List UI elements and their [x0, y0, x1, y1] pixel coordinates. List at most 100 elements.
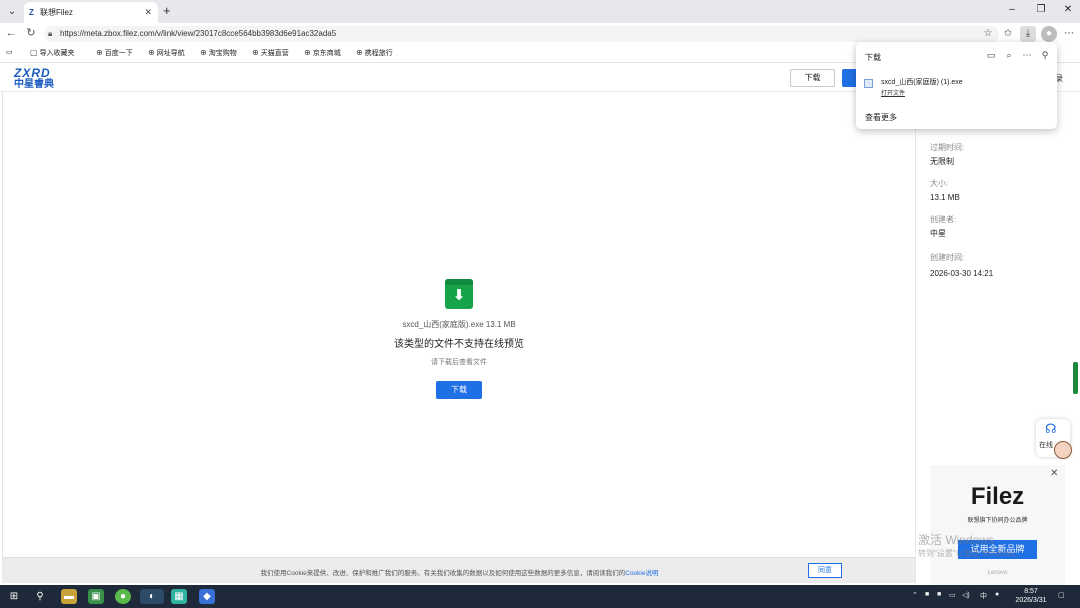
globe-icon: ⊕ [96, 48, 103, 57]
reading-mode-icon[interactable]: ▭ [6, 48, 13, 58]
download-file-name[interactable]: sxcd_山西(家庭版) (1).exe [881, 77, 963, 87]
url-text: https://meta.zbox.filez.com/v/link/view/… [60, 29, 337, 38]
file-download-icon: ⬇ [445, 279, 473, 309]
header-download-button[interactable]: 下载 [790, 69, 835, 87]
refresh-icon[interactable]: ↻ [24, 26, 38, 40]
new-tab-icon[interactable]: + [163, 3, 171, 19]
logo-text-top: ZXRD [14, 66, 51, 80]
file-explorer-icon[interactable]: ▬ [61, 589, 77, 604]
favorite-tmall[interactable]: ⊕ 天猫直营 [252, 48, 289, 59]
tab-actions-icon[interactable]: ⌄ [4, 4, 20, 19]
side-scroll-indicator[interactable] [1073, 362, 1078, 394]
globe-icon: ⊕ [252, 48, 259, 57]
restore-icon[interactable]: ❐ [1033, 3, 1049, 17]
tab-strip: ⌄ Z 联想Filez ✕ + – ❐ ✕ [0, 0, 1080, 23]
agent-avatar[interactable] [1054, 441, 1072, 459]
close-ad-icon[interactable]: ✕ [1050, 468, 1058, 479]
app-tile-icon[interactable]: ▦ [171, 589, 187, 604]
no-preview-message: 该类型的文件不支持在线预览 [394, 339, 524, 350]
minimize-icon[interactable]: – [1004, 3, 1020, 17]
app-shield-icon[interactable]: ◆ [199, 589, 215, 604]
logo-text-bottom: 中星睿典 [14, 79, 54, 90]
exe-file-icon [864, 79, 873, 88]
preview-file-name: sxcd_山西(家庭版).exe 13.1 MB [402, 320, 516, 329]
favorite-baidu[interactable]: ⊕ 百度一下 [96, 48, 133, 59]
watermark-line1: 激活 Windows [918, 533, 995, 547]
notification-icon[interactable]: ▢ [1058, 591, 1065, 599]
address-toolbar: ← ↻ 🔒︎ https://meta.zbox.filez.com/v/lin… [0, 23, 1080, 44]
profile-avatar-icon[interactable]: ● [1041, 26, 1057, 42]
start-icon[interactable]: ⊞ [6, 589, 22, 604]
cookie-text: 我们使用Cookie来提供、改进、保护和推广我们的服务。有关我们收集的数据以及如… [260, 570, 659, 577]
search-icon[interactable]: ⚲ [32, 589, 48, 604]
page-content: ZXRD 中星睿典 下载 录 ⬇ sxcd_山西(家庭版).exe 13.1 M… [0, 63, 1080, 585]
pin-icon[interactable]: ⚲ [1039, 50, 1051, 61]
favorites-icon[interactable]: ✩ [1000, 26, 1016, 42]
ad-footer: Lenovo [987, 570, 1008, 576]
favorite-ctrip[interactable]: ⊕ 携程旅行 [356, 48, 393, 59]
app-icon[interactable]: ● [115, 589, 131, 604]
headset-icon: ☊ [1045, 421, 1057, 436]
clock-time: 8:57 [1024, 588, 1038, 595]
sidebar-divider [915, 92, 916, 585]
system-clock[interactable]: 8:57 2026/3/31 [1012, 587, 1050, 605]
promo-card: ✕ Filez 联想旗下协同办公品牌 试用全新品牌 Lenovo [930, 465, 1065, 585]
favorite-jd[interactable]: ⊕ 京东商城 [304, 48, 341, 59]
downloads-title: 下载 [865, 53, 881, 62]
ime-indicator[interactable]: 中 [980, 591, 987, 601]
globe-icon: ⊕ [356, 48, 363, 57]
favorite-nav[interactable]: ⊕ 网址导航 [148, 48, 185, 59]
expiry-label: 过期时间: [930, 143, 965, 152]
tray-app-icon[interactable]: ● [995, 591, 999, 598]
open-file-link[interactable]: 打开文件 [881, 88, 905, 97]
download-hint: 请下载后查看文件 [431, 359, 487, 366]
clock-date: 2026/3/31 [1015, 597, 1047, 604]
search-icon[interactable]: ⌕ [1003, 50, 1015, 61]
store-icon[interactable]: ▣ [88, 589, 104, 604]
address-bar[interactable]: 🔒︎ https://meta.zbox.filez.com/v/link/vi… [44, 26, 999, 42]
windows-taskbar: ⊞ ⚲ ▬ ▣ ● ◐ ▦ ◆ ⌃ ■ ■ ▭ ◁) 中 ● 8:57 2026… [0, 585, 1080, 608]
size-label: 大小: [930, 179, 949, 188]
globe-icon: ⊕ [148, 48, 155, 57]
more-menu-icon[interactable]: ⋯ [1061, 26, 1077, 42]
watermark-line2: 转到"设置"以激活 Windows。 [918, 549, 1023, 558]
volume-icon[interactable]: ◁) [962, 591, 970, 599]
cookie-agree-button[interactable]: 同意 [808, 563, 842, 578]
created-label: 创建时间: [930, 253, 965, 262]
globe-icon: ⊕ [304, 48, 311, 57]
favorite-taobao[interactable]: ⊕ 淘宝购物 [200, 48, 237, 59]
back-icon[interactable]: ← [4, 26, 18, 40]
favorite-star-icon[interactable]: ☆ [980, 26, 996, 42]
filez-favicon-icon: Z [29, 8, 34, 17]
tray-app-icon[interactable]: ■ [937, 591, 941, 598]
expiry-value: 无限制 [930, 157, 954, 166]
downloads-icon[interactable]: ⤓ [1020, 26, 1036, 42]
created-value: 2026-03-30 14:21 [930, 269, 994, 278]
cookie-policy-link[interactable]: Cookie说明 [625, 570, 658, 577]
globe-icon: ⊕ [200, 48, 207, 57]
tray-chevron-icon[interactable]: ⌃ [912, 591, 918, 599]
cookie-banner: 我们使用Cookie来提供、改进、保护和推广我们的服务。有关我们收集的数据以及如… [2, 557, 915, 583]
creator-label: 创建者: [930, 215, 957, 224]
tab-title: 联想Filez [40, 8, 73, 17]
downloads-flyout: 下载 ▭ ⌕ ⋯ ⚲ sxcd_山西(家庭版) (1).exe 打开文件 查看更… [856, 42, 1057, 129]
tray-app-icon[interactable]: ■ [925, 591, 929, 598]
favorite-import[interactable]: ▢ 导入收藏夹 [30, 48, 75, 59]
ad-brand: Filez [970, 483, 1025, 510]
edge-browser-icon[interactable]: ◐ [140, 589, 164, 604]
network-icon[interactable]: ▭ [949, 591, 956, 599]
close-tab-icon[interactable]: ✕ [144, 2, 152, 23]
see-more-link[interactable]: 查看更多 [865, 112, 897, 123]
open-folder-icon[interactable]: ▭ [985, 50, 997, 61]
folder-icon: ▢ [30, 48, 38, 57]
creator-value: 中星 [930, 229, 946, 238]
close-window-icon[interactable]: ✕ [1060, 3, 1076, 17]
download-button[interactable]: 下载 [436, 381, 482, 399]
size-value: 13.1 MB [930, 193, 960, 202]
support-label: 在线 [1039, 442, 1053, 449]
more-options-icon[interactable]: ⋯ [1021, 50, 1033, 61]
lock-icon: 🔒︎ [48, 29, 53, 38]
tab-filez[interactable]: Z 联想Filez ✕ [24, 2, 158, 23]
site-logo[interactable]: ZXRD 中星睿典 [14, 67, 64, 91]
header-primary-button[interactable] [842, 69, 856, 87]
